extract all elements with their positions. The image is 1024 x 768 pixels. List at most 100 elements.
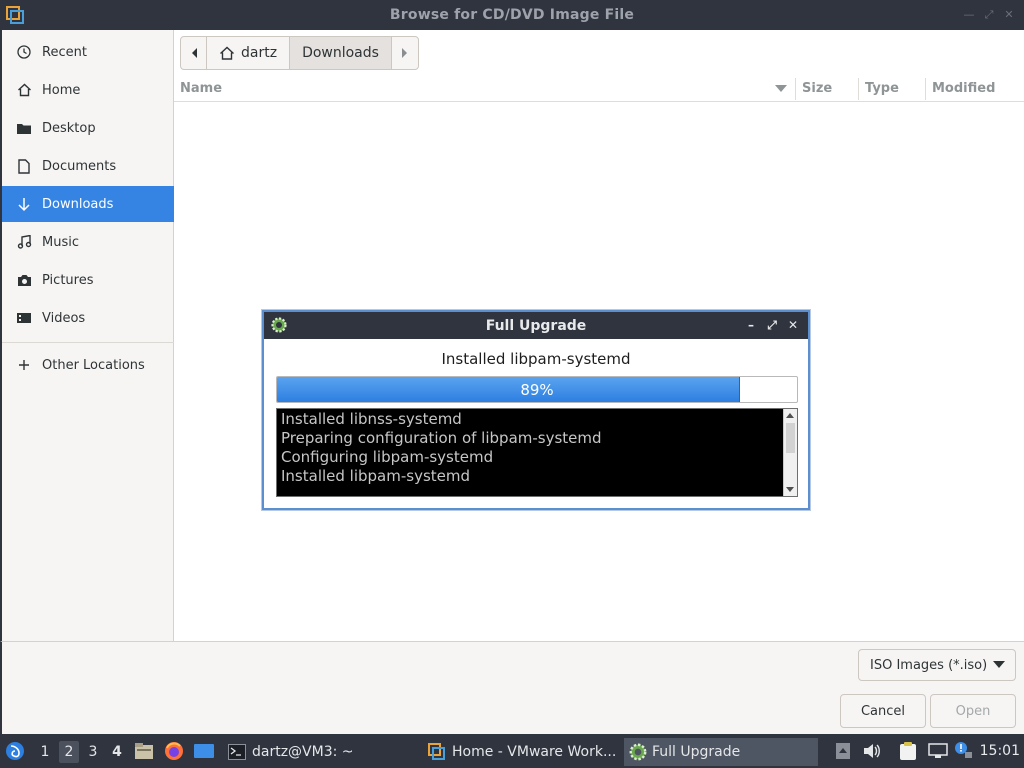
dialog-maximize-button[interactable]: ⤢ bbox=[765, 318, 779, 332]
volume-icon[interactable] bbox=[863, 743, 881, 759]
task-label: Full Upgrade bbox=[652, 744, 741, 760]
sidebar-item-desktop[interactable]: Desktop bbox=[2, 110, 174, 146]
column-separator bbox=[795, 78, 796, 100]
maximize-window-button[interactable]: ⤢ bbox=[982, 8, 996, 22]
open-button[interactable]: Open bbox=[930, 694, 1016, 728]
vmware-app-icon bbox=[6, 6, 24, 24]
sidebar-item-other-locations[interactable]: Other Locations bbox=[2, 347, 174, 383]
column-separator bbox=[925, 78, 926, 100]
sidebar-separator bbox=[2, 342, 174, 343]
firefox-launcher-icon[interactable] bbox=[164, 741, 184, 761]
task-terminal[interactable]: dartz@VM3: ~ bbox=[224, 738, 420, 766]
column-modified[interactable]: Modified bbox=[932, 81, 995, 96]
path-current-label: Downloads bbox=[302, 45, 379, 61]
clock-icon bbox=[16, 44, 32, 60]
sidebar-item-label: Documents bbox=[42, 158, 117, 174]
download-icon bbox=[16, 196, 32, 212]
dialog-title: Full Upgrade bbox=[485, 317, 587, 334]
window-title: Browse for CD/DVD Image File bbox=[389, 7, 635, 23]
path-forward-button[interactable] bbox=[392, 37, 418, 69]
terminal-icon bbox=[228, 744, 246, 760]
sidebar-item-pictures[interactable]: Pictures bbox=[2, 262, 174, 298]
scroll-thumb[interactable] bbox=[786, 423, 795, 453]
task-label: dartz@VM3: ~ bbox=[252, 744, 354, 760]
path-current-button[interactable]: Downloads bbox=[290, 37, 392, 69]
sidebar-item-music[interactable]: Music bbox=[2, 224, 174, 260]
taskbar: 1 2 3 4 dartz@VM3: ~ Home - VMware Work.… bbox=[0, 734, 1024, 768]
plus-icon bbox=[16, 357, 32, 373]
minimize-window-button[interactable]: — bbox=[962, 8, 976, 22]
chevron-right-icon bbox=[401, 48, 407, 58]
file-type-filter-dropdown[interactable]: ISO Images (*.iso) bbox=[858, 649, 1016, 681]
sidebar-item-documents[interactable]: Documents bbox=[2, 148, 174, 184]
sidebar-item-recent[interactable]: Recent bbox=[2, 34, 174, 70]
full-upgrade-dialog: Full Upgrade – ⤢ ✕ Installed libpam-syst… bbox=[262, 310, 810, 510]
column-name[interactable]: Name bbox=[180, 81, 222, 96]
sidebar-item-label: Other Locations bbox=[42, 357, 145, 373]
start-menu-icon[interactable] bbox=[5, 741, 25, 761]
cancel-button[interactable]: Cancel bbox=[840, 694, 926, 728]
sidebar-item-label: Pictures bbox=[42, 272, 94, 288]
column-type[interactable]: Type bbox=[865, 81, 899, 96]
desktop-2-button[interactable]: 2 bbox=[59, 741, 79, 763]
log-scrollbar[interactable] bbox=[783, 409, 797, 496]
gear-icon bbox=[629, 743, 647, 761]
scroll-up-icon[interactable] bbox=[786, 413, 794, 418]
places-sidebar: Recent Home Desktop Documents Downloads … bbox=[0, 30, 174, 641]
desktop-1-button[interactable]: 1 bbox=[35, 741, 55, 763]
window-titlebar: Browse for CD/DVD Image File — ⤢ ✕ bbox=[0, 0, 1024, 30]
path-home-button[interactable]: dartz bbox=[207, 37, 291, 69]
desktop-4-button[interactable]: 4 bbox=[107, 741, 127, 763]
vmware-icon bbox=[428, 743, 445, 760]
home-icon bbox=[16, 82, 32, 98]
log-line: Installed libpam-systemd bbox=[281, 467, 471, 485]
chevron-down-icon bbox=[993, 661, 1005, 668]
file-manager-launcher-icon[interactable] bbox=[134, 742, 154, 760]
sidebar-item-videos[interactable]: Videos bbox=[2, 300, 174, 336]
path-back-button[interactable] bbox=[181, 37, 207, 69]
folder-icon bbox=[16, 120, 32, 136]
desktop-show-icon[interactable] bbox=[193, 742, 215, 760]
sidebar-item-label: Music bbox=[42, 234, 79, 250]
sidebar-item-label: Videos bbox=[42, 310, 86, 326]
desktop-3-button[interactable]: 3 bbox=[83, 741, 103, 763]
sidebar-item-label: Desktop bbox=[42, 120, 96, 136]
sidebar-item-downloads[interactable]: Downloads bbox=[2, 186, 174, 222]
clock[interactable]: 15:01 bbox=[980, 743, 1020, 759]
dialog-minimize-button[interactable]: – bbox=[744, 318, 758, 332]
progress-label: 89% bbox=[520, 380, 554, 399]
document-icon bbox=[16, 158, 32, 174]
notification-icon[interactable] bbox=[953, 740, 973, 760]
upgrade-progress-bar: 89% bbox=[276, 376, 798, 403]
path-home-label: dartz bbox=[241, 45, 278, 61]
music-icon bbox=[16, 234, 32, 250]
network-icon[interactable] bbox=[928, 743, 948, 759]
camera-icon bbox=[16, 272, 32, 288]
scroll-down-icon[interactable] bbox=[786, 487, 794, 492]
upgrade-status-text: Installed libpam-systemd bbox=[441, 350, 631, 368]
path-bar: dartz Downloads bbox=[180, 36, 419, 70]
log-lines: Installed libnss-systemd Preparing confi… bbox=[281, 410, 781, 486]
chevron-left-icon bbox=[191, 48, 197, 58]
close-window-button[interactable]: ✕ bbox=[1002, 8, 1016, 22]
sort-descending-icon[interactable] bbox=[775, 85, 787, 93]
task-full-upgrade[interactable]: Full Upgrade bbox=[624, 738, 818, 766]
home-icon bbox=[220, 46, 234, 60]
gear-icon bbox=[271, 317, 287, 333]
sidebar-item-home[interactable]: Home bbox=[2, 72, 174, 108]
column-size[interactable]: Size bbox=[802, 81, 832, 96]
dialog-titlebar: Full Upgrade – ⤢ ✕ bbox=[264, 312, 808, 339]
clipboard-icon[interactable] bbox=[899, 741, 917, 761]
filter-label: ISO Images (*.iso) bbox=[870, 657, 988, 673]
column-separator bbox=[858, 78, 859, 100]
upgrade-log-panel: Installed libnss-systemd Preparing confi… bbox=[276, 408, 798, 497]
tray-arrow-icon[interactable] bbox=[835, 742, 851, 760]
dialog-close-button[interactable]: ✕ bbox=[786, 318, 800, 332]
log-line: Preparing configuration of libpam-system… bbox=[281, 429, 602, 447]
file-list-header: Name Size Type Modified bbox=[174, 76, 1024, 102]
sidebar-item-label: Recent bbox=[42, 44, 87, 60]
sidebar-item-label: Downloads bbox=[42, 196, 114, 212]
log-line: Installed libnss-systemd bbox=[281, 410, 462, 428]
sidebar-item-label: Home bbox=[42, 82, 81, 98]
task-vmware[interactable]: Home - VMware Work... bbox=[424, 738, 620, 766]
